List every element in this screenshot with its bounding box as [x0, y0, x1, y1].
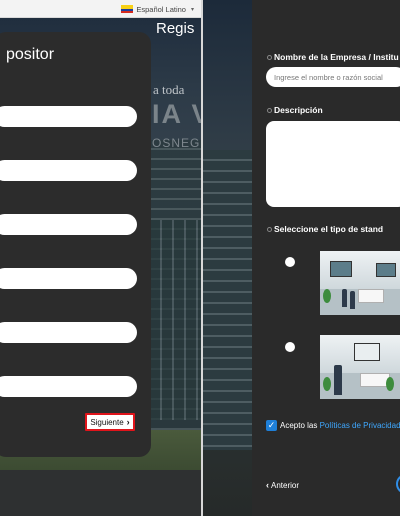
privacy-policy-link[interactable]: Políticas de Privacidad — [320, 421, 400, 430]
form-field-5[interactable] — [0, 322, 137, 343]
registration-title: Regis — [156, 20, 195, 37]
stand-option-1-radio[interactable] — [285, 257, 295, 267]
next-button-label: Siguiente — [90, 417, 124, 427]
background-building-windows — [150, 220, 201, 420]
chevron-left-icon: ‹ — [266, 480, 269, 490]
stand-option-1-image[interactable] — [320, 251, 400, 315]
chevron-right-icon: › — [126, 417, 130, 427]
form-field-4[interactable] — [0, 268, 137, 289]
language-label: Español Latino — [136, 4, 186, 14]
left-window: a toda IA V OSNEG Español Latino ▾ posit… — [0, 0, 201, 516]
form-field-3[interactable] — [0, 214, 137, 235]
stand-option-2-radio[interactable] — [285, 342, 295, 352]
language-selector[interactable]: Español Latino ▾ — [121, 3, 194, 15]
chevron-down-icon: ▾ — [190, 6, 194, 13]
form-field-2[interactable] — [0, 160, 137, 181]
privacy-prefix: Acepto las — [280, 421, 318, 430]
privacy-checkbox[interactable]: ✓ — [266, 420, 277, 431]
stand-type-label: Seleccione el tipo de stand — [267, 224, 383, 234]
previous-button-label: Anterior — [271, 480, 300, 490]
form-field-6[interactable] — [0, 376, 137, 397]
description-textarea[interactable] — [266, 121, 400, 207]
required-marker-icon — [267, 107, 272, 113]
background-building — [203, 150, 258, 450]
required-marker-icon — [267, 226, 272, 232]
form-field-1[interactable] — [0, 106, 137, 127]
previous-button[interactable]: ‹ Anterior — [266, 480, 299, 490]
background-subheading-text: OSNEG — [152, 136, 201, 150]
top-bar: Español Latino ▾ — [0, 0, 201, 18]
form-title: positor — [6, 46, 55, 63]
background-road — [0, 470, 201, 516]
colombia-flag-icon — [121, 5, 134, 13]
privacy-consent-text: Acepto las Políticas de Privacidad — [280, 421, 400, 430]
next-button[interactable]: Siguiente › — [85, 413, 135, 431]
required-marker-icon — [267, 54, 272, 60]
company-name-placeholder: Ingrese el nombre o razón social — [274, 72, 383, 82]
stand-option-2-image[interactable] — [320, 335, 400, 399]
company-label: Nombre de la Empresa / Institu — [267, 52, 399, 62]
background-heading-text: IA V — [152, 99, 201, 129]
description-label: Descripción — [267, 105, 323, 115]
background-welcome-text: a toda — [153, 82, 185, 97]
company-name-input[interactable]: Ingrese el nombre o razón social — [266, 67, 400, 87]
